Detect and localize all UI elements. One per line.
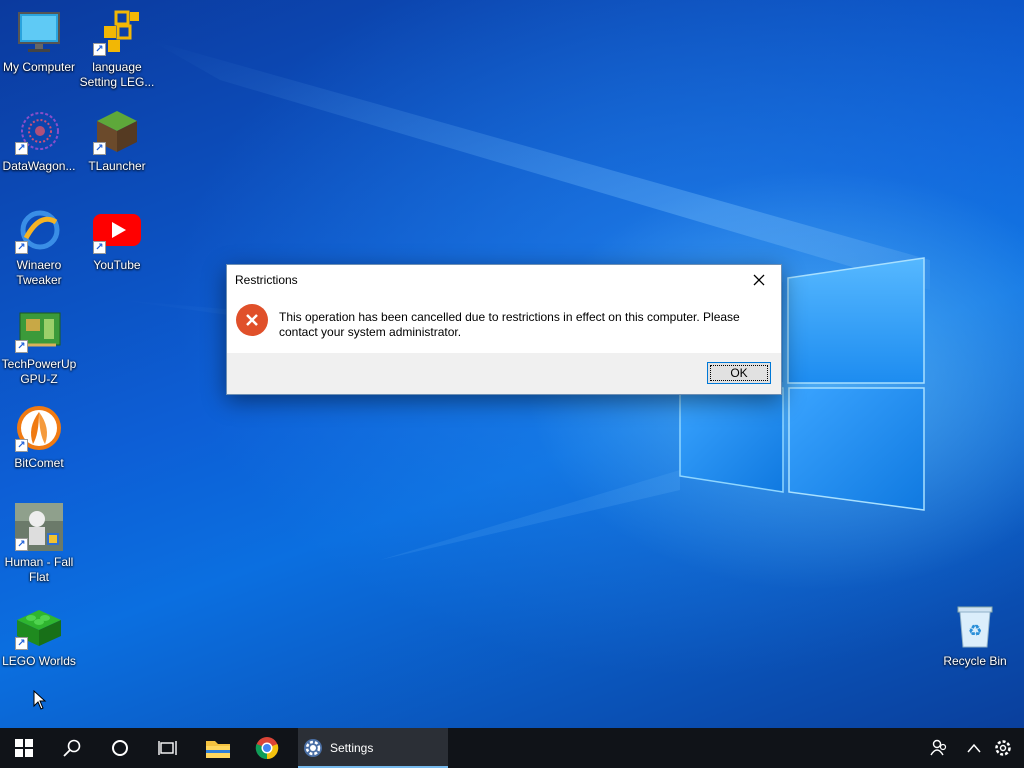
ok-button[interactable]: OK <box>707 362 771 384</box>
close-button[interactable] <box>737 265 781 294</box>
tlauncher-icon: ↗ <box>93 107 141 155</box>
desktop-icon-label: TLauncher <box>88 159 146 173</box>
start-button[interactable] <box>0 728 48 768</box>
monitor-icon <box>15 8 63 56</box>
lego-worlds-icon: ↗ <box>15 602 63 650</box>
desktop-icon-winaero[interactable]: ↗ Winaero Tweaker <box>0 206 78 288</box>
desktop-icon-human-fall-flat[interactable]: ↗ Human - Fall Flat <box>0 503 78 585</box>
recycle-bin-icon: ♻ <box>951 602 999 650</box>
desktop-icon-lego-worlds[interactable]: ↗ LEGO Worlds <box>0 602 78 669</box>
shortcut-arrow-icon: ↗ <box>93 241 106 254</box>
language-setting-icon: ↗ <box>93 8 141 56</box>
cortana-icon <box>112 740 128 756</box>
dialog-body: This operation has been cancelled due to… <box>227 295 781 354</box>
search-icon <box>63 739 81 757</box>
shortcut-arrow-icon: ↗ <box>15 439 28 452</box>
shortcut-arrow-icon: ↗ <box>93 43 106 56</box>
desktop-icon-bitcomet[interactable]: ↗ BitComet <box>0 404 78 471</box>
task-view-icon <box>158 741 177 755</box>
close-icon <box>753 274 765 285</box>
taskbar-chrome[interactable] <box>243 728 291 768</box>
desktop-icon-my-computer[interactable]: My Computer <box>0 8 78 75</box>
search-button[interactable] <box>48 728 96 768</box>
bitcomet-icon: ↗ <box>15 404 63 452</box>
dialog-title: Restrictions <box>235 273 298 287</box>
taskbar-settings-app[interactable]: Settings <box>298 728 448 768</box>
desktop-icon-label: My Computer <box>2 60 76 74</box>
taskbar-app-label: Settings <box>330 741 374 755</box>
desktop-icon-tlauncher[interactable]: ↗ TLauncher <box>78 107 156 174</box>
desktop-icon-label: Human - Fall Flat <box>4 555 74 584</box>
chrome-icon <box>255 737 279 760</box>
desktop-icon-language-setting[interactable]: ↗ language Setting LEG... <box>78 8 156 90</box>
shortcut-arrow-icon: ↗ <box>15 241 28 254</box>
task-view-button[interactable] <box>144 728 192 768</box>
desktop-icon-recycle-bin[interactable]: ♻ Recycle Bin <box>936 602 1014 669</box>
windows-start-icon <box>15 739 33 757</box>
desktop-icon-label: language Setting LEG... <box>79 60 155 89</box>
taskbar-file-explorer[interactable] <box>194 728 242 768</box>
folder-icon <box>206 741 230 758</box>
dialog-titlebar[interactable]: Restrictions <box>227 265 781 295</box>
tray-settings-button[interactable] <box>990 728 1016 768</box>
taskbar: Settings <box>0 728 1024 768</box>
shortcut-arrow-icon: ↗ <box>15 142 28 155</box>
desktop-icon-label: Winaero Tweaker <box>16 258 62 287</box>
settings-icon <box>995 740 1011 756</box>
svg-text:♻: ♻ <box>968 621 982 640</box>
dialog-footer: OK <box>227 353 781 394</box>
show-hidden-icons-button[interactable] <box>962 728 986 768</box>
restrictions-dialog: Restrictions This operation has been can… <box>226 264 782 395</box>
dialog-message: This operation has been cancelled due to… <box>279 310 740 339</box>
desktop-icon-label: YouTube <box>93 258 141 272</box>
mouse-cursor-icon <box>33 690 47 710</box>
shortcut-arrow-icon: ↗ <box>15 538 28 551</box>
desktop-icon-label: TechPowerUp GPU-Z <box>1 357 77 386</box>
youtube-icon: ↗ <box>93 206 141 254</box>
error-icon <box>236 304 268 336</box>
desktop-icon-gpuz[interactable]: ↗ TechPowerUp GPU-Z <box>0 305 78 387</box>
gear-icon <box>304 739 322 757</box>
desktop-icon-label: BitComet <box>14 456 64 470</box>
cortana-button[interactable] <box>96 728 144 768</box>
winaero-icon: ↗ <box>15 206 63 254</box>
gpuz-icon: ↗ <box>15 305 63 353</box>
people-button[interactable] <box>926 728 952 768</box>
desktop-icon-label: Recycle Bin <box>943 654 1007 668</box>
desktop-icon-label: LEGO Worlds <box>2 654 76 668</box>
people-icon <box>930 739 947 756</box>
shortcut-arrow-icon: ↗ <box>15 340 28 353</box>
desktop-icon-datawagon[interactable]: ↗ DataWagon... <box>0 107 78 174</box>
chevron-up-icon <box>967 743 981 753</box>
datawagon-icon: ↗ <box>15 107 63 155</box>
human-fall-flat-icon: ↗ <box>15 503 63 551</box>
desktop-icon-label: DataWagon... <box>2 159 76 173</box>
shortcut-arrow-icon: ↗ <box>93 142 106 155</box>
shortcut-arrow-icon: ↗ <box>15 637 28 650</box>
desktop-icon-youtube[interactable]: ↗ YouTube <box>78 206 156 273</box>
